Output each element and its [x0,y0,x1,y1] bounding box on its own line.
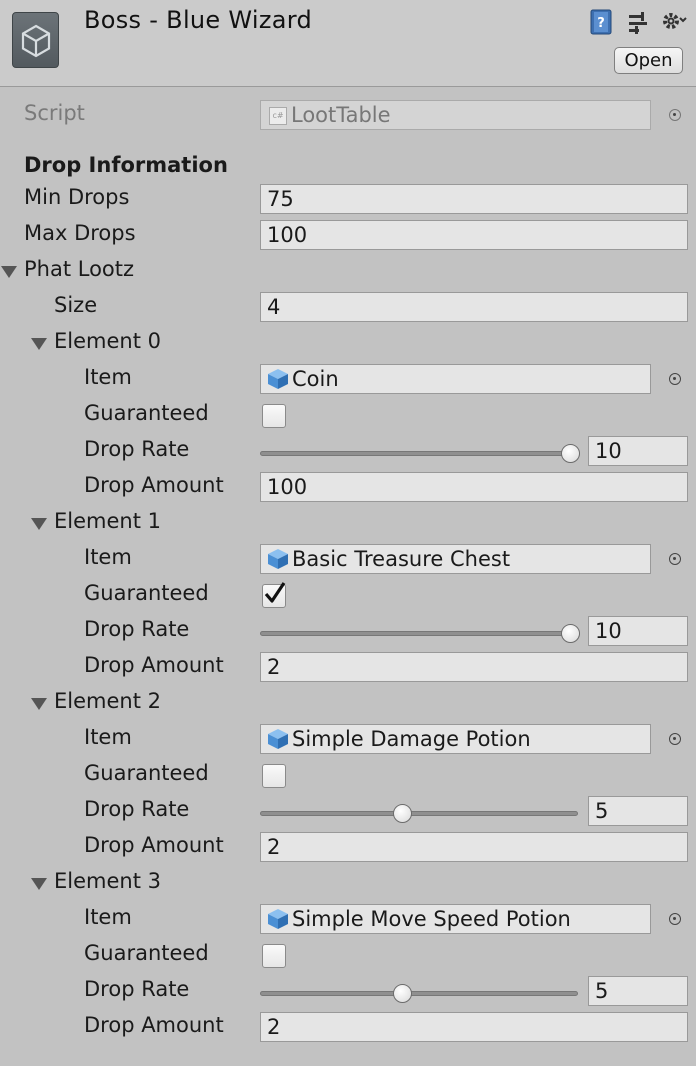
element-1-drop-rate-field[interactable]: 10 [588,616,688,646]
element-3-foldout-arrow-icon[interactable] [31,878,47,890]
element-0-drop-rate-field[interactable]: 10 [588,436,688,466]
min-drops-label: Min Drops [24,185,130,209]
element-1-item-field[interactable]: Basic Treasure Chest [260,544,651,574]
script-picker-icon [669,109,681,121]
prefab-cube-icon [268,548,288,569]
element-3-drop-rate-slider-thumb[interactable] [393,984,412,1003]
element-0-drop-rate-label: Drop Rate [84,437,190,461]
unity-object-icon [12,12,59,68]
element-0-object-picker-icon[interactable] [669,373,681,385]
size-label: Size [54,293,98,317]
help-book-icon[interactable]: ? [589,9,613,40]
element-0-drop-rate-slider-thumb[interactable] [561,444,580,463]
element-1-item-label: Item [84,545,132,569]
element-2-foldout-arrow-icon[interactable] [31,698,47,710]
element-1-drop-amount-label: Drop Amount [84,653,224,677]
element-3-drop-rate-label: Drop Rate [84,977,190,1001]
element-2-item-value: Simple Damage Potion [292,727,531,751]
preset-icon[interactable] [626,9,650,40]
script-field: c# LootTable [260,100,651,130]
element-1-drop-rate-slider-track[interactable] [260,631,580,636]
element-3-drop-amount-field[interactable]: 2 [260,1012,688,1042]
csharp-script-icon: c# [269,107,287,125]
element-1-foldout-arrow-icon[interactable] [31,518,47,530]
element-2-drop-amount-label: Drop Amount [84,833,224,857]
open-button[interactable]: Open [614,47,683,74]
element-3-drop-rate-field[interactable]: 5 [588,976,688,1006]
element-2-drop-rate-label: Drop Rate [84,797,190,821]
inspector-header: Boss - Blue Wizard ? Open [0,0,696,87]
element-1-label[interactable]: Element 1 [54,509,161,533]
max-drops-label: Max Drops [24,221,136,245]
element-0-guaranteed-label: Guaranteed [84,401,209,425]
element-1-guaranteed-checkbox[interactable] [262,582,286,608]
element-3-guaranteed-checkbox[interactable] [262,944,286,968]
element-2-drop-rate-slider-track[interactable] [260,811,578,816]
element-1-guaranteed-label: Guaranteed [84,581,209,605]
element-3-item-value: Simple Move Speed Potion [292,907,571,931]
element-0-drop-amount-label: Drop Amount [84,473,224,497]
element-3-label[interactable]: Element 3 [54,869,161,893]
prefab-cube-icon [268,368,288,389]
element-2-guaranteed-checkbox[interactable] [262,764,286,788]
gear-icon[interactable] [660,9,688,40]
svg-text:?: ? [597,16,605,31]
element-1-drop-rate-slider-thumb[interactable] [561,624,580,643]
element-2-label[interactable]: Element 2 [54,689,161,713]
element-0-drop-amount-field[interactable]: 100 [260,472,688,502]
element-0-item-value: Coin [292,367,339,391]
prefab-cube-icon [268,908,288,929]
element-1-drop-rate-label: Drop Rate [84,617,190,641]
element-0-item-field[interactable]: Coin [260,364,651,394]
element-3-item-field[interactable]: Simple Move Speed Potion [260,904,651,934]
drop-information-heading: Drop Information [24,153,228,177]
element-0-item-label: Item [84,365,132,389]
prefab-cube-icon [268,728,288,749]
element-3-item-label: Item [84,905,132,929]
object-title: Boss - Blue Wizard [84,6,313,34]
element-2-drop-rate-slider-thumb[interactable] [393,804,412,823]
element-1-drop-amount-field[interactable]: 2 [260,652,688,682]
element-2-object-picker-icon[interactable] [669,733,681,745]
script-label: Script [24,101,85,125]
element-0-drop-rate-slider-track[interactable] [260,451,580,456]
element-2-item-field[interactable]: Simple Damage Potion [260,724,651,754]
script-value: LootTable [291,103,391,127]
checkmark-icon [264,582,286,603]
element-2-drop-amount-field[interactable]: 2 [260,832,688,862]
element-0-label[interactable]: Element 0 [54,329,161,353]
element-2-guaranteed-label: Guaranteed [84,761,209,785]
size-field[interactable]: 4 [260,292,688,322]
element-3-drop-rate-slider-track[interactable] [260,991,578,996]
element-1-object-picker-icon[interactable] [669,553,681,565]
element-2-item-label: Item [84,725,132,749]
element-1-item-value: Basic Treasure Chest [292,547,511,571]
phat-lootz-label[interactable]: Phat Lootz [24,257,134,281]
element-3-guaranteed-label: Guaranteed [84,941,209,965]
element-0-guaranteed-checkbox[interactable] [262,404,286,428]
phat-lootz-foldout-arrow-icon[interactable] [1,266,17,278]
element-3-drop-amount-label: Drop Amount [84,1013,224,1037]
element-3-object-picker-icon[interactable] [669,913,681,925]
min-drops-field[interactable]: 75 [260,184,688,214]
element-0-foldout-arrow-icon[interactable] [31,338,47,350]
max-drops-field[interactable]: 100 [260,220,688,250]
element-2-drop-rate-field[interactable]: 5 [588,796,688,826]
